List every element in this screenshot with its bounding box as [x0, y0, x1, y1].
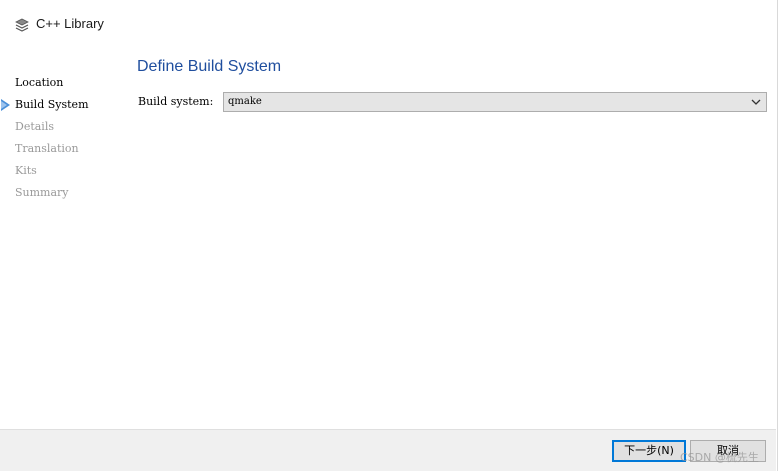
- step-label: Location: [15, 76, 64, 89]
- step-label: Translation: [15, 142, 79, 155]
- build-system-select[interactable]: qmake: [223, 92, 767, 112]
- step-build-system: Build System: [0, 94, 125, 116]
- title-bar: C++ Library: [0, 0, 776, 48]
- step-label: Build System: [15, 98, 89, 111]
- step-label: Summary: [15, 186, 69, 199]
- step-summary: Summary: [0, 182, 125, 204]
- window-right-border: [777, 0, 783, 471]
- page-title: Define Build System: [137, 58, 282, 75]
- step-translation: Translation: [0, 138, 125, 160]
- current-step-arrow-icon: [1, 99, 10, 111]
- watermark-text: CSDN @梳先生: [680, 451, 759, 464]
- button-bar: 下一步(N) 取消: [0, 429, 776, 471]
- step-details: Details: [0, 116, 125, 138]
- window-title: C++ Library: [36, 16, 104, 31]
- chevron-down-icon: [751, 99, 761, 105]
- build-system-label: Build system:: [138, 95, 214, 108]
- stacked-layers-icon: [15, 18, 29, 32]
- step-label: Kits: [15, 164, 37, 177]
- next-button[interactable]: 下一步(N): [612, 440, 686, 462]
- wizard-step-list: Location Build System Details Translatio…: [0, 72, 125, 204]
- step-location: Location: [0, 72, 125, 94]
- step-label: Details: [15, 120, 54, 133]
- step-kits: Kits: [0, 160, 125, 182]
- build-system-value: qmake: [228, 96, 262, 107]
